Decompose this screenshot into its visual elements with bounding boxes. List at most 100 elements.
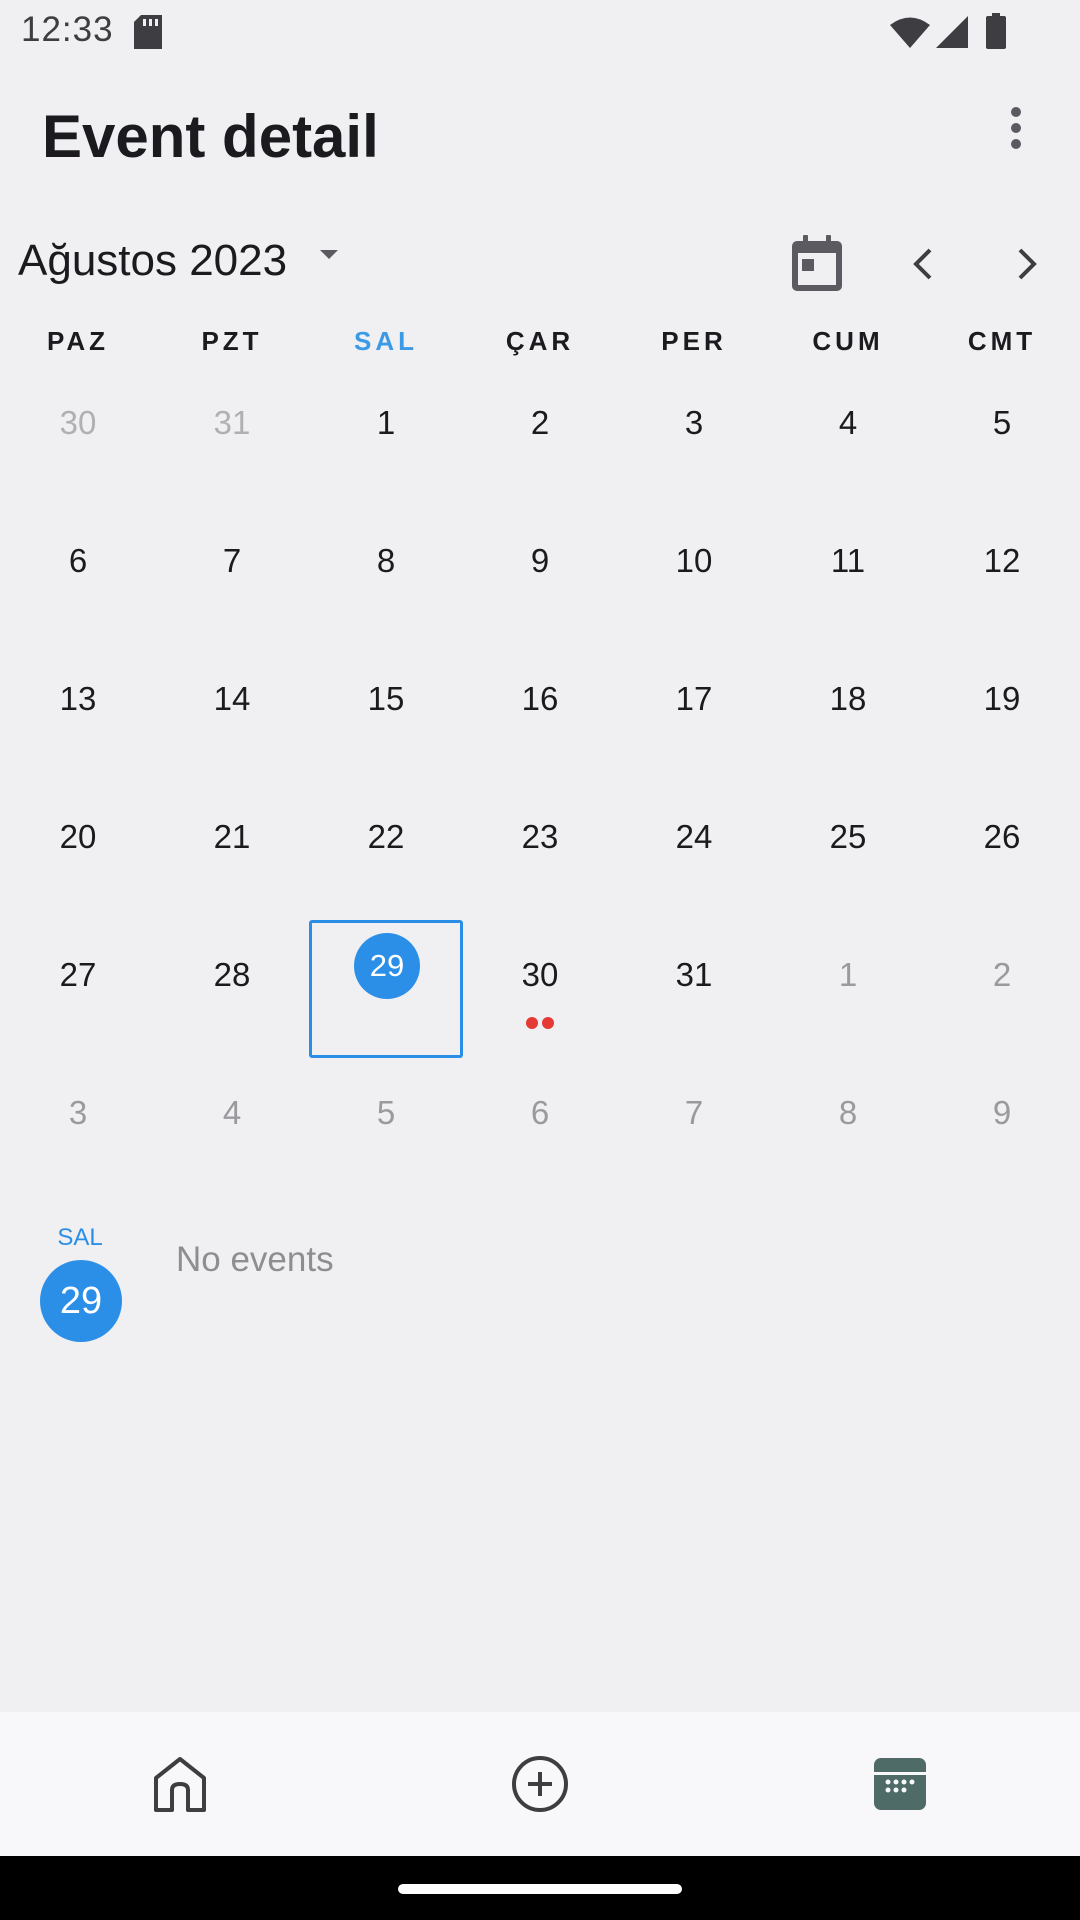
day-cell[interactable]: 30 xyxy=(463,920,617,1058)
day-cell[interactable]: 23 xyxy=(463,782,617,920)
weekday-label: CUM xyxy=(812,326,884,356)
day-number: 29 xyxy=(354,933,420,999)
weekday-header: PAZ PZT SAL ÇAR PER CUM CMT xyxy=(0,326,1080,370)
day-number: 5 xyxy=(376,1094,396,1131)
more-vert-icon[interactable] xyxy=(990,104,1042,160)
day-cell[interactable]: 19 xyxy=(925,644,1079,782)
day-number: 31 xyxy=(675,956,713,993)
gesture-handle[interactable] xyxy=(398,1884,682,1894)
agenda-section: SAL 29 No events xyxy=(0,1216,1080,1356)
day-number: 9 xyxy=(992,1094,1012,1131)
no-events-text: No events xyxy=(176,1240,334,1279)
bottom-navigation xyxy=(0,1712,1080,1856)
weekday-label: PAZ xyxy=(46,326,110,356)
event-indicator xyxy=(463,1016,617,1034)
day-cell[interactable]: 18 xyxy=(771,644,925,782)
status-time: 12:33 xyxy=(21,10,114,49)
month-label[interactable]: Ağustos 2023 xyxy=(18,236,287,286)
day-cell[interactable]: 25 xyxy=(771,782,925,920)
day-number: 30 xyxy=(59,404,97,441)
day-cell[interactable]: 5 xyxy=(925,368,1079,506)
selected-day-cell[interactable]: 29 xyxy=(309,920,463,1058)
calendar-icon[interactable] xyxy=(860,1744,940,1824)
day-cell[interactable]: 8 xyxy=(771,1058,925,1196)
agenda-weekday: SAL xyxy=(57,1224,103,1251)
day-cell[interactable]: 31 xyxy=(617,920,771,1058)
day-number: 20 xyxy=(59,818,97,855)
event-dot xyxy=(542,1017,554,1029)
status-bar: 12:33 xyxy=(0,0,1080,64)
weekday-label: CMT xyxy=(967,326,1037,356)
wifi-icon xyxy=(890,16,930,53)
calendar-grid: 30 31 1 2 3 4 5 6 7 8 9 10 11 12 13 14 15 16 17 18 19 20 21 22 2… xyxy=(0,368,1080,1131)
day-number: 10 xyxy=(675,542,713,579)
day-number: 16 xyxy=(521,680,559,717)
day-cell[interactable]: 7 xyxy=(617,1058,771,1196)
calendar-today-icon[interactable] xyxy=(784,230,850,296)
day-cell[interactable]: 12 xyxy=(925,506,1079,644)
dropdown-caret-icon[interactable] xyxy=(318,248,340,267)
day-cell[interactable]: 13 xyxy=(1,644,155,782)
day-cell[interactable]: 27 xyxy=(1,920,155,1058)
day-cell[interactable]: 6 xyxy=(1,506,155,644)
day-cell[interactable]: 1 xyxy=(309,368,463,506)
system-navigation-bar xyxy=(0,1856,1080,1920)
day-number: 15 xyxy=(367,680,405,717)
add-circle-icon[interactable] xyxy=(500,1744,580,1824)
day-number: 25 xyxy=(829,818,867,855)
weekday-label: PZT xyxy=(201,326,263,356)
home-icon[interactable] xyxy=(140,1744,220,1824)
battery-icon xyxy=(986,13,1006,54)
day-number: 21 xyxy=(213,818,251,855)
day-cell[interactable]: 7 xyxy=(155,506,309,644)
day-cell[interactable]: 3 xyxy=(1,1058,155,1196)
day-cell[interactable]: 26 xyxy=(925,782,1079,920)
day-cell[interactable]: 5 xyxy=(309,1058,463,1196)
day-cell[interactable]: 3 xyxy=(617,368,771,506)
day-cell[interactable]: 20 xyxy=(1,782,155,920)
day-cell[interactable]: 21 xyxy=(155,782,309,920)
day-number: 22 xyxy=(367,818,405,855)
day-number: 3 xyxy=(684,404,704,441)
day-number: 7 xyxy=(222,542,242,579)
day-number: 27 xyxy=(59,956,97,993)
day-number: 31 xyxy=(213,404,251,441)
day-cell[interactable]: 24 xyxy=(617,782,771,920)
day-cell[interactable]: 16 xyxy=(463,644,617,782)
day-number: 11 xyxy=(830,542,866,579)
day-cell[interactable]: 10 xyxy=(617,506,771,644)
day-cell[interactable]: 30 xyxy=(1,368,155,506)
day-number: 24 xyxy=(675,818,713,855)
day-cell[interactable]: 8 xyxy=(309,506,463,644)
day-number: 9 xyxy=(530,542,550,579)
day-number: 13 xyxy=(59,680,97,717)
day-number: 19 xyxy=(983,680,1021,717)
event-dot xyxy=(526,1017,538,1029)
day-cell[interactable]: 6 xyxy=(463,1058,617,1196)
day-number: 17 xyxy=(675,680,713,717)
day-cell[interactable]: 28 xyxy=(155,920,309,1058)
day-cell[interactable]: 9 xyxy=(925,1058,1079,1196)
day-number: 6 xyxy=(530,1094,550,1131)
agenda-day-badge: 29 xyxy=(40,1260,122,1342)
day-cell[interactable]: 9 xyxy=(463,506,617,644)
day-cell[interactable]: 2 xyxy=(925,920,1079,1058)
chevron-left-icon[interactable] xyxy=(898,236,948,292)
day-cell[interactable]: 1 xyxy=(771,920,925,1058)
day-cell[interactable]: 4 xyxy=(771,368,925,506)
day-cell[interactable]: 11 xyxy=(771,506,925,644)
day-number: 28 xyxy=(213,956,251,993)
page-title: Event detail xyxy=(42,103,379,170)
day-cell[interactable]: 2 xyxy=(463,368,617,506)
day-cell[interactable]: 17 xyxy=(617,644,771,782)
chevron-right-icon[interactable] xyxy=(1002,236,1052,292)
day-number: 1 xyxy=(376,404,396,441)
day-cell[interactable]: 31 xyxy=(155,368,309,506)
day-number: 12 xyxy=(983,542,1021,579)
day-cell[interactable]: 22 xyxy=(309,782,463,920)
day-cell[interactable]: 4 xyxy=(155,1058,309,1196)
day-number: 5 xyxy=(992,404,1012,441)
day-cell[interactable]: 14 xyxy=(155,644,309,782)
day-cell[interactable]: 15 xyxy=(309,644,463,782)
day-number: 7 xyxy=(684,1094,704,1131)
